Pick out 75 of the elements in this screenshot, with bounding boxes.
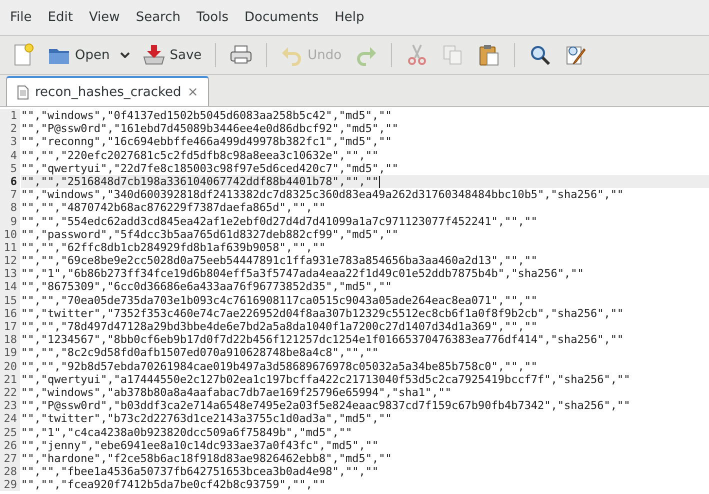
document-tab[interactable]: recon_hashes_cracked × [6, 76, 210, 106]
line-number: 15 [2, 294, 17, 307]
code-line: "","","fbee1a4536a50737fb642751653bcea3b0ad4e98","","" [21, 465, 379, 478]
line-number: 19 [2, 346, 17, 360]
code-line: "","1","6b86b273ff34fce19d6b804eff5a3f5747ada4eaa22f1d49c01e52ddb7875b4b","sha256","" [21, 267, 584, 280]
code-line: "","twitter","7352f353c460e74c7ae226952d04f8aa307b12329c5512ec8cb6f1a0f8f9b2cb","sha256","" [21, 306, 624, 320]
line-number: 6 [9, 174, 17, 188]
line-number: 26 [2, 438, 17, 452]
menu-item[interactable]: Help [326, 10, 372, 25]
line-number: 5 [9, 162, 17, 175]
code-line: "","1234567","8bb0cf6eb9b17d0f7d22b456f121257dc1254e1f01665370476383ea776df414","sha256","" [21, 333, 624, 346]
line-number: 24 [2, 412, 17, 426]
line-number: 29 [2, 478, 17, 492]
line-number: 9 [9, 214, 17, 228]
document-icon [17, 84, 29, 100]
line-number: 12 [2, 254, 17, 268]
text-cursor [378, 176, 380, 188]
line-number: 8 [9, 201, 17, 214]
line-number: 23 [2, 399, 17, 412]
code-line: "","","92b8d57ebda70261984cae019b497a3d58689676978c05032a5a34be85b758c0","","" [21, 360, 538, 373]
code-line: "","qwertyui","a17444550e2c127b02ea1c197bcffa422c21713040f53d5c2ca7925419bccf7f","sha256","" [21, 372, 630, 386]
line-number: 20 [2, 360, 17, 373]
code-line: "","","70ea05de735da703e1b093c4c7616908117ca0515c9043a05ade264eac8ea071","","" [21, 294, 538, 307]
line-number: 18 [2, 333, 17, 346]
code-line: "","8675309","6cc0d36686e6a433aa76f96773852d35","md5","" [21, 280, 392, 294]
line-number: 4 [9, 148, 17, 162]
menu-item[interactable]: Tools [188, 10, 237, 25]
menu-item[interactable]: File [2, 10, 40, 25]
line-number: 11 [2, 240, 17, 254]
save-icon [142, 43, 166, 67]
code-line: "","P@ssw0rd","b03ddf3ca2e714a6548e7495e2a03f5e824eaac9837cd7f159c67b90fb4b7342","sha256","" [21, 399, 630, 412]
code-line: "","","62ffc8db1cb284929fd8b1af639b9058","","" [21, 240, 326, 254]
code-line: "","windows","340d600392818df2413382dc7d8325c360d83ea49a262d31760348484bbc10b5","sha256","" [21, 188, 624, 202]
line-number: 13 [2, 267, 17, 280]
code-line: "","qwertyui","22d7fe8c185003c98f97e5d6ced420c7","md5","" [21, 162, 398, 175]
code-line: "","windows","ab378b80a8a4aafabac7db7ae169f25796e65994","sha1","" [21, 386, 452, 400]
caret-icon[interactable] [120, 52, 130, 58]
code-line: "","","2516848d7cb198a336104067742ddf88b4401b78","","" [21, 174, 379, 188]
line-number: 28 [2, 465, 17, 478]
code-line: "","hardone","f2ce58b6ac18f918d83ae9826462ebb8","md5","" [21, 452, 392, 466]
line-number: 27 [2, 452, 17, 466]
code-line: "","jenny","ebe6941ee8a10c14dc933ae37a0f43fc","md5","" [21, 438, 379, 452]
code-line: "","twitter","b73c2d22763d1ce2143a3755c1d0ad3a","md5","" [21, 412, 392, 426]
line-number: 17 [2, 320, 17, 334]
line-number: 7 [9, 188, 17, 202]
menu-item[interactable]: Search [128, 10, 188, 25]
line-number: 16 [2, 306, 17, 320]
code-line: "","","220efc2027681c5c2fd5dfb8c98a8eea3c10632e","","" [21, 148, 379, 162]
close-button[interactable]: × [187, 84, 198, 100]
menu-item[interactable]: Edit [40, 10, 81, 25]
code-line: "","password","5f4dcc3b5aa765d61d8327deb882cf99","md5","" [21, 228, 398, 241]
toolbar-button[interactable]: Open [42, 39, 135, 71]
line-number: 1 [9, 109, 17, 122]
line-number: 3 [9, 135, 17, 149]
code-line: "","","4870742b68ac876229f7387daefa865d","","" [21, 201, 326, 215]
code-line: "","P@ssw0rd","161ebd7d45089b3446ee4e0d86dbcf92","md5","" [21, 122, 398, 136]
line-number: 25 [2, 426, 17, 439]
code-line: "","1","c4ca4238a0b923820dcc509a6f75849b","md5","" [21, 426, 352, 439]
code-line: "","","69ce8be9e2cc5028d0a75eeb54447891c1ffa931e783a854656ba3aa460a2d13","","" [21, 254, 538, 268]
code-line: "","","8c2c9d58fd0afb1507ed070a910628748be8a4c8","","" [21, 346, 379, 360]
paste-icon [476, 43, 501, 67]
code-line: "","reconng","16c694ebbffe466a499d49978b382fc1","md5","" [21, 135, 392, 149]
toolbar-button[interactable]: Save [136, 39, 207, 71]
code-line: "","","fcea920f7412b5da7be0cf42b8c93759","","" [21, 478, 326, 492]
line-number: 14 [2, 280, 17, 294]
line-number: 21 [2, 372, 17, 386]
line-number: 2 [9, 122, 17, 136]
tab-title: recon_hashes_cracked [35, 84, 182, 100]
code-line: "","","78d497d47128a29bd3bbe4de6e7bd2a5a8da1040f1a7200c27d1407d34d1a369","","" [21, 320, 538, 334]
menu-item[interactable]: Documents [236, 10, 327, 25]
line-number: 22 [2, 386, 17, 400]
code-line: "","","554edc62add3cd845ea42af1e2ebf0d27d4d7d41099a1a7c971123077f452241","","" [21, 214, 538, 228]
line-number: 10 [2, 228, 17, 241]
code-line: "","windows","0f4137ed1502b5045d6083aa258b5c42","md5","" [21, 109, 392, 122]
menu-item[interactable]: View [80, 10, 128, 25]
